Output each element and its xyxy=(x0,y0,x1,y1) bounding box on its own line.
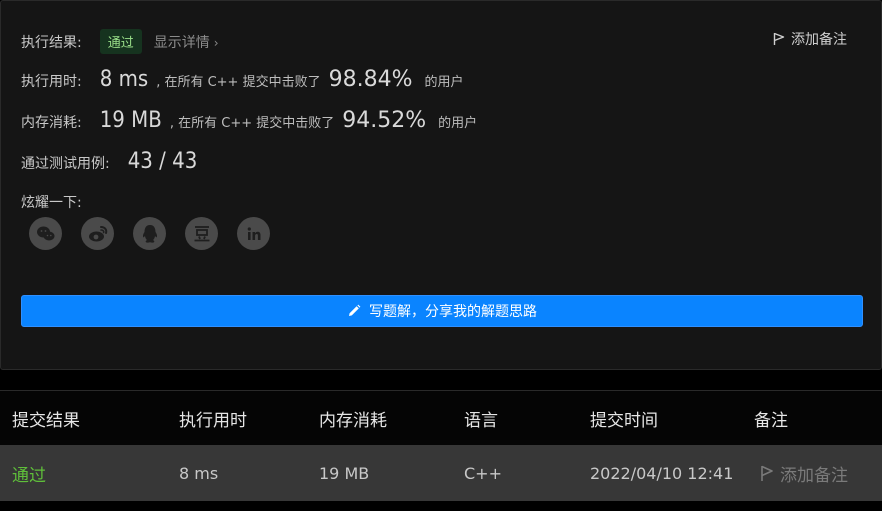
row-submitted-at: 2022/04/10 12:41 xyxy=(590,463,734,483)
share-qq-button[interactable] xyxy=(133,217,166,250)
header-submitted-at: 提交时间 xyxy=(590,410,658,431)
runtime-value: 8 ms xyxy=(99,67,149,92)
row-add-note-button[interactable]: 添加备注 xyxy=(760,461,848,486)
status-badge: 通过 xyxy=(99,29,142,54)
row-add-note-label: 添加备注 xyxy=(780,465,848,486)
share-linkedin-button[interactable] xyxy=(237,217,270,250)
table-row: 通过 8 ms 19 MB C++ 2022/04/10 12:41 添加备注 xyxy=(0,445,882,501)
row-result-link[interactable]: 通过 xyxy=(12,461,46,486)
share-label: 炫耀一下: xyxy=(21,195,82,211)
show-details-link[interactable]: 显示详情 › xyxy=(154,32,219,52)
submission-result-panel: 执行结果: 通过 显示详情 › 添加备注 执行用时: 8 ms , 在所有 C++… xyxy=(0,0,882,370)
memory-text-after: 的用户 xyxy=(438,116,478,131)
douban-icon xyxy=(194,225,209,241)
show-details-label: 显示详情 xyxy=(153,35,210,51)
testcases-label: 通过测试用例: xyxy=(21,156,110,172)
add-note-button[interactable]: 添加备注 xyxy=(773,29,847,49)
weibo-icon xyxy=(88,225,107,241)
share-weibo-button[interactable] xyxy=(81,217,114,250)
linkedin-icon xyxy=(247,226,260,240)
flag-icon xyxy=(773,32,785,45)
header-memory: 内存消耗 xyxy=(319,410,387,431)
table-header: 提交结果 执行用时 内存消耗 语言 提交时间 备注 xyxy=(0,390,882,445)
result-label: 执行结果: xyxy=(21,35,82,51)
pencil-icon xyxy=(349,304,361,316)
runtime-percent: 98.84% xyxy=(328,67,413,92)
runtime-text-before: , 在所有 C++ 提交中击败了 xyxy=(156,75,321,90)
memory-percent: 94.52% xyxy=(342,108,427,133)
header-note: 备注 xyxy=(754,410,788,431)
runtime-text-after: 的用户 xyxy=(424,75,464,90)
chevron-right-icon: › xyxy=(213,36,219,50)
share-row: 炫耀一下: xyxy=(21,192,82,212)
row-language: C++ xyxy=(464,463,502,483)
add-note-label: 添加备注 xyxy=(791,32,847,48)
header-language: 语言 xyxy=(464,410,498,431)
testcases-row: 通过测试用例: 43 / 43 xyxy=(21,149,197,174)
testcases-value: 43 / 43 xyxy=(127,149,198,174)
qq-icon xyxy=(142,224,157,243)
memory-text-before: , 在所有 C++ 提交中击败了 xyxy=(169,116,335,131)
write-solution-label: 写题解，分享我的解题思路 xyxy=(369,304,537,320)
memory-label: 内存消耗: xyxy=(21,115,82,131)
share-buttons xyxy=(29,217,270,250)
row-memory: 19 MB xyxy=(319,463,370,483)
row-time: 8 ms xyxy=(179,463,219,483)
share-douban-button[interactable] xyxy=(185,217,218,250)
memory-value: 19 MB xyxy=(99,108,162,133)
write-solution-button[interactable]: 写题解，分享我的解题思路 xyxy=(21,295,863,327)
header-time: 执行用时 xyxy=(179,410,247,431)
share-wechat-button[interactable] xyxy=(29,217,62,250)
submissions-table: 提交结果 执行用时 内存消耗 语言 提交时间 备注 通过 8 ms 19 MB … xyxy=(0,390,882,501)
runtime-row: 执行用时: 8 ms , 在所有 C++ 提交中击败了 98.84% 的用户 xyxy=(21,67,464,92)
result-row: 执行结果: 通过 显示详情 › xyxy=(21,29,219,54)
memory-row: 内存消耗: 19 MB , 在所有 C++ 提交中击败了 94.52% 的用户 xyxy=(21,108,477,133)
flag-icon xyxy=(761,465,773,481)
runtime-label: 执行用时: xyxy=(21,74,82,90)
wechat-icon xyxy=(36,226,54,240)
header-result: 提交结果 xyxy=(12,410,80,431)
